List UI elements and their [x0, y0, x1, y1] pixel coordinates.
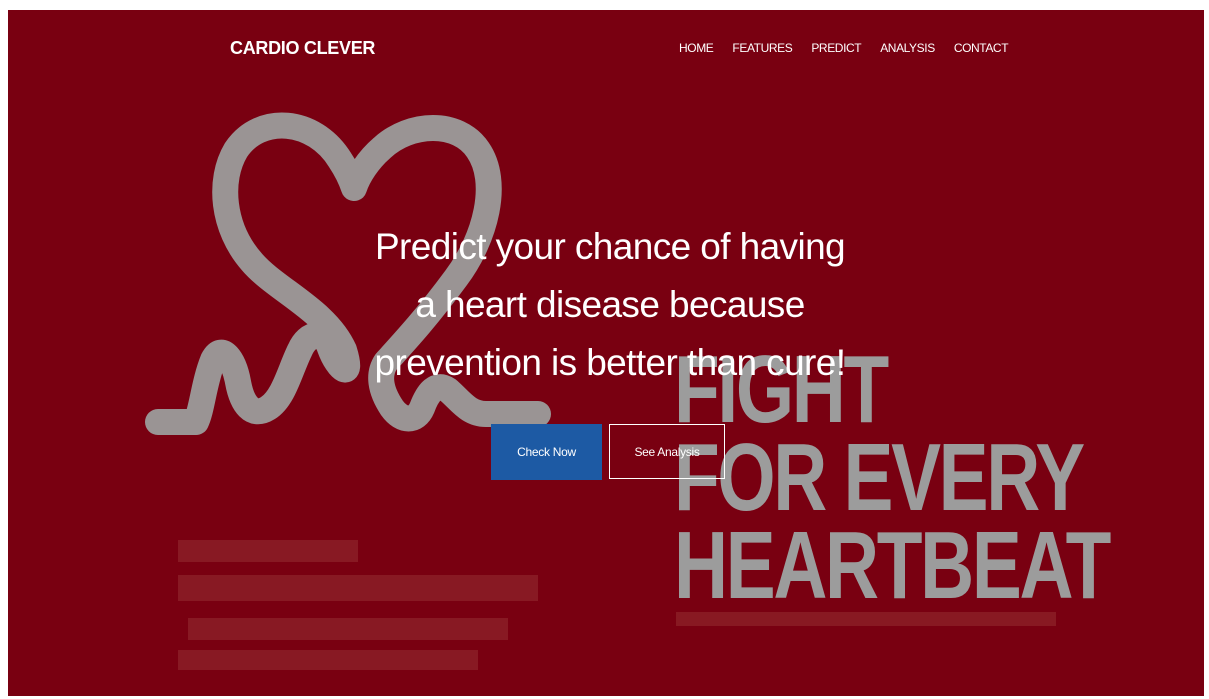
hero-headline-line: a heart disease because	[415, 284, 805, 325]
see-analysis-button[interactable]: See Analysis	[609, 424, 725, 479]
nav-item-analysis[interactable]: ANALYSIS	[880, 41, 935, 55]
main-nav: HOME FEATURES PREDICT ANALYSIS CONTACT	[679, 41, 1027, 55]
hero-headline-line: prevention is better than cure!	[374, 342, 847, 383]
hero-headline: Predict your chance of having a heart di…	[338, 218, 882, 392]
nav-item-predict[interactable]: PREDICT	[811, 41, 861, 55]
nav-item-features[interactable]: FEATURES	[732, 41, 792, 55]
nav-item-home[interactable]: HOME	[679, 41, 714, 55]
slogan-line: HEARTBEAT	[674, 512, 1111, 619]
nav-item-contact[interactable]: CONTACT	[954, 41, 1009, 55]
hero-section: FIGHT FOR EVERY HEARTBEAT CARDIO CLEVER …	[8, 10, 1204, 696]
hero-headline-line: Predict your chance of having	[374, 226, 846, 267]
faded-logo-text	[178, 540, 538, 670]
brand-logo[interactable]: CARDIO CLEVER	[230, 38, 375, 59]
faded-slogan-subtext	[676, 612, 1056, 626]
check-now-button[interactable]: Check Now	[491, 424, 602, 480]
